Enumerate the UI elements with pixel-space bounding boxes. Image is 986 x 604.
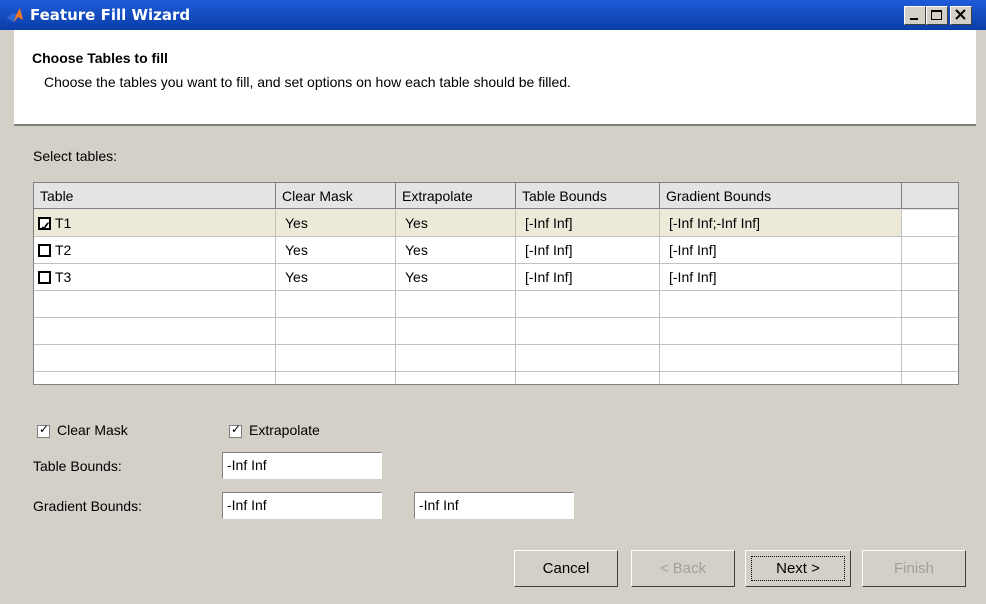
finish-button[interactable]: Finish	[862, 550, 966, 587]
maximize-button[interactable]	[926, 6, 948, 25]
extrapolate-label[interactable]: Extrapolate	[249, 422, 320, 438]
table-name-cell[interactable]: T1	[34, 210, 276, 237]
close-button[interactable]	[950, 6, 972, 25]
empty-cell	[396, 291, 516, 318]
empty-cell	[34, 291, 276, 318]
gradient-bounds-input-2[interactable]: -Inf Inf	[414, 492, 574, 519]
empty-cell	[516, 318, 660, 345]
table-bounds-label: Table Bounds:	[33, 458, 122, 474]
empty-cell	[34, 345, 276, 372]
extrapolate-cell: Yes	[396, 264, 516, 291]
empty-cell	[902, 291, 958, 318]
next-button-label: Next >	[776, 560, 820, 577]
row-checkbox[interactable]	[38, 271, 51, 284]
empty-cell	[34, 318, 276, 345]
table-name: T3	[55, 269, 72, 285]
row-checkbox[interactable]	[38, 244, 51, 257]
empty-cell	[34, 372, 276, 384]
empty-cell	[396, 372, 516, 384]
clear-mask-cell: Yes	[276, 264, 396, 291]
empty-cell	[902, 237, 958, 264]
empty-table-row	[34, 372, 958, 384]
table-row[interactable]: T1 Yes Yes [-Inf Inf] [-Inf Inf;-Inf Inf…	[34, 210, 958, 237]
empty-cell	[516, 372, 660, 384]
empty-cell	[660, 372, 902, 384]
extrapolate-cell: Yes	[396, 210, 516, 237]
empty-cell	[660, 318, 902, 345]
empty-cell	[396, 318, 516, 345]
column-header-gradient-bounds[interactable]: Gradient Bounds	[660, 183, 902, 209]
wizard-header: Choose Tables to fill Choose the tables …	[14, 30, 976, 126]
table-bounds-cell: [-Inf Inf]	[516, 237, 660, 264]
empty-cell	[902, 210, 958, 237]
left-frame	[0, 30, 14, 604]
table-name-cell[interactable]: T3	[34, 264, 276, 291]
table-row[interactable]: T2 Yes Yes [-Inf Inf] [-Inf Inf]	[34, 237, 958, 264]
column-header-clear-mask[interactable]: Clear Mask	[276, 183, 396, 209]
feature-fill-wizard-window: Feature Fill Wizard Choose Tables to fil…	[0, 0, 986, 604]
column-header-table[interactable]: Table	[34, 183, 276, 209]
column-header-empty	[902, 183, 958, 209]
clear-mask-label[interactable]: Clear Mask	[57, 422, 128, 438]
extrapolate-cell: Yes	[396, 237, 516, 264]
table-bounds-cell: [-Inf Inf]	[516, 264, 660, 291]
empty-cell	[276, 291, 396, 318]
extrapolate-checkbox[interactable]	[229, 422, 242, 438]
minimize-icon	[910, 18, 918, 20]
gradient-bounds-cell: [-Inf Inf]	[660, 237, 902, 264]
cancel-button[interactable]: Cancel	[514, 550, 618, 587]
clear-mask-checkbox[interactable]	[37, 422, 50, 438]
gradient-bounds-cell: [-Inf Inf]	[660, 264, 902, 291]
gradient-bounds-label: Gradient Bounds:	[33, 498, 142, 514]
matlab-logo-icon	[7, 8, 23, 22]
page-subtitle: Choose the tables you want to fill, and …	[44, 74, 571, 90]
table-row[interactable]: T3 Yes Yes [-Inf Inf] [-Inf Inf]	[34, 264, 958, 291]
empty-cell	[902, 318, 958, 345]
gradient-bounds-input-1[interactable]: -Inf Inf	[222, 492, 382, 519]
empty-table-row	[34, 345, 958, 372]
clear-mask-cell: Yes	[276, 237, 396, 264]
minimize-button[interactable]	[904, 6, 926, 25]
window-title: Feature Fill Wizard	[30, 6, 191, 24]
empty-cell	[276, 372, 396, 384]
table-header: Table Clear Mask Extrapolate Table Bound…	[34, 183, 958, 210]
select-tables-label: Select tables:	[33, 148, 118, 164]
close-icon	[955, 9, 966, 20]
empty-cell	[902, 264, 958, 291]
empty-cell	[902, 372, 958, 384]
table-bounds-input[interactable]: -Inf Inf	[222, 452, 382, 479]
empty-cell	[396, 345, 516, 372]
next-button[interactable]: Next >	[745, 550, 851, 587]
empty-cell	[516, 291, 660, 318]
empty-table-row	[34, 318, 958, 345]
back-button[interactable]: < Back	[631, 550, 735, 587]
gradient-bounds-cell: [-Inf Inf;-Inf Inf]	[660, 210, 902, 237]
table-bounds-cell: [-Inf Inf]	[516, 210, 660, 237]
table-name: T2	[55, 242, 72, 258]
clear-mask-cell: Yes	[276, 210, 396, 237]
row-checkbox[interactable]	[38, 214, 51, 236]
table-name: T1	[55, 215, 72, 231]
tables-table[interactable]: Table Clear Mask Extrapolate Table Bound…	[33, 182, 959, 385]
maximize-icon	[931, 10, 942, 20]
empty-cell	[902, 345, 958, 372]
empty-cell	[660, 291, 902, 318]
empty-table-row	[34, 291, 958, 318]
empty-cell	[660, 345, 902, 372]
page-title: Choose Tables to fill	[32, 50, 168, 66]
empty-cell	[516, 345, 660, 372]
column-header-extrapolate[interactable]: Extrapolate	[396, 183, 516, 209]
column-header-table-bounds[interactable]: Table Bounds	[516, 183, 660, 209]
empty-cell	[276, 345, 396, 372]
table-name-cell[interactable]: T2	[34, 237, 276, 264]
title-bar[interactable]: Feature Fill Wizard	[0, 0, 986, 30]
empty-cell	[276, 318, 396, 345]
